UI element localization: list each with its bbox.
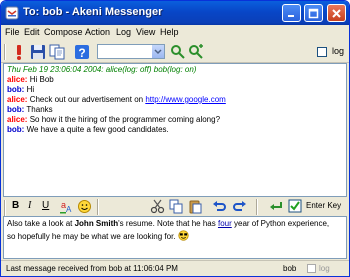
toolbar-grip [4,44,6,60]
bold-button[interactable]: B [12,200,19,211]
compose-underlined-word: four [217,219,232,228]
message-sender: bob: [7,105,25,114]
status-bar: Last message received from bob at 11:06:… [1,260,349,276]
message-text: Thanks [26,105,53,114]
menu-view[interactable]: View [136,27,155,37]
minimize-button[interactable] [282,4,301,22]
message-text: Hi [26,85,35,94]
compose-bold-name: John Smith [74,219,119,228]
help-icon[interactable]: ? [73,43,91,61]
menu-file[interactable]: File [5,27,20,37]
enter-key-label: Enter Key [306,201,342,210]
menu-action[interactable]: Action [85,27,110,37]
toolbar-separator [256,199,258,215]
cool-smiley-icon [178,230,189,241]
messenger-app-icon [5,6,19,20]
undo-icon[interactable] [212,199,227,214]
menu-compose[interactable]: Compose [44,27,83,37]
message-link[interactable]: http://www.google.com [145,95,225,104]
status-log-checkbox[interactable] [307,264,316,273]
minimize-icon [288,15,294,17]
menu-help[interactable]: Help [160,27,179,37]
maximize-icon [308,8,319,19]
compose-text: so hopefully he may be what we are looki… [7,232,178,241]
message-text: Check out our advertisement on [29,95,146,104]
compose-input[interactable]: Also take a look at John Smith's resume.… [3,216,347,259]
menu-log[interactable]: Log [116,27,131,37]
maximize-button[interactable] [304,4,323,22]
compose-text: 's resume. Note that he has [118,219,218,228]
message-sender: bob: [7,85,25,94]
status-text: Last message received from bob at 11:06:… [6,264,178,273]
compose-text: Also take a look at [7,219,75,228]
message-history[interactable]: Thu Feb 19 23:06:04 2004: alice(log: off… [3,63,347,197]
enter-key-icon [270,202,282,210]
history-header: Thu Feb 19 23:06:04 2004: alice(log: off… [7,65,197,74]
italic-button[interactable]: I [28,200,31,211]
message-sender: alice: [7,75,28,84]
save-icon[interactable] [29,43,47,61]
message-sender: bob: [7,125,25,134]
message-line: alice: Check out our advertisement on ht… [7,95,343,105]
redo-icon[interactable] [232,199,247,214]
log-checkbox[interactable] [317,47,327,57]
message-text: So how it the hiring of the programmer c… [29,115,221,124]
recipient-combo[interactable] [97,44,165,59]
find-user-icon[interactable] [169,43,187,61]
enter-key-checkbox[interactable] [288,199,303,214]
close-button[interactable] [327,4,346,22]
message-line: bob: Hi [7,85,343,95]
message-text: We have a quite a few good candidates. [26,125,169,134]
menu-bar: File Edit Compose Action Log View Help [1,25,349,41]
paste-icon[interactable] [188,199,203,214]
cut-icon[interactable] [150,199,165,214]
svg-text:?: ? [78,46,85,60]
compose-text: year of Python experience, [231,219,330,228]
svg-text:A: A [66,205,72,214]
copy-icon[interactable] [169,199,184,214]
message-sender: alice: [7,115,28,124]
message-line: alice: Hi Bob [7,75,343,85]
main-toolbar: ? log [1,41,349,63]
smiley-icon[interactable] [77,199,92,214]
copy-icon[interactable] [48,43,66,61]
format-toolbar: B I U aA Enter Key [1,197,349,216]
underline-button[interactable]: U [42,200,49,211]
font-color-icon[interactable]: aA [59,199,74,214]
add-user-icon[interactable] [187,43,205,61]
status-user: bob [283,264,297,273]
message-text: Hi Bob [29,75,54,84]
window-title: To: bob - Akeni Messenger [23,6,163,18]
combo-dropdown-button[interactable] [152,45,164,58]
message-line: bob: Thanks [7,105,343,115]
close-icon [332,9,341,18]
toolbar-separator [97,199,99,215]
message-sender: alice: [7,95,28,104]
menu-edit[interactable]: Edit [24,27,40,37]
chevron-down-icon [154,49,162,55]
log-label: log [332,46,345,56]
message-line: alice: So how it the hiring of the progr… [7,115,343,125]
toolbar-grip [4,200,6,216]
message-line: bob: We have a quite a few good candidat… [7,125,343,135]
status-log-label: log [319,264,330,273]
urgent-icon[interactable] [10,43,28,61]
messenger-window: To: bob - Akeni Messenger File Edit Comp… [0,0,350,277]
title-bar[interactable]: To: bob - Akeni Messenger [1,1,349,25]
